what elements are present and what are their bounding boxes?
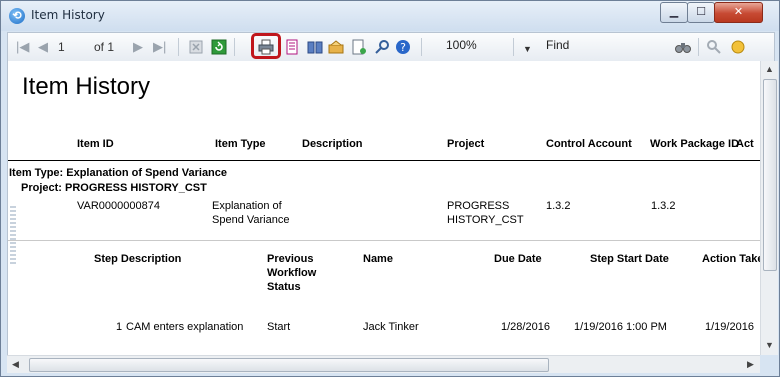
print-icon[interactable]: [258, 39, 274, 55]
col-project: Project: [447, 138, 485, 150]
page-count: of 1: [94, 40, 115, 54]
export-icon[interactable]: [328, 39, 344, 55]
stop-icon[interactable]: [188, 39, 204, 55]
report-title: Item History: [22, 73, 151, 100]
step-col-previous-line3: Status: [267, 281, 301, 293]
col-control-account: Control Account: [546, 138, 632, 150]
window-title: Item History: [31, 8, 105, 22]
horizontal-scrollbar[interactable]: ◀ ▶: [7, 355, 760, 373]
document-map-icon[interactable]: [351, 39, 367, 55]
search-icon[interactable]: [374, 39, 390, 55]
step-start-date: 1/19/2016 1:00 PM: [574, 321, 667, 333]
col-description: Description: [302, 138, 363, 150]
app-icon: ⟲: [9, 8, 25, 24]
last-page-icon[interactable]: ▶|: [153, 39, 166, 55]
zoom-select[interactable]: 100%: [446, 38, 477, 52]
find-input[interactable]: Find: [546, 38, 569, 52]
scroll-left-icon[interactable]: ◀: [12, 359, 19, 370]
row-item-type-line1: Explanation of: [212, 200, 282, 212]
row-project-line2: HISTORY_CST: [447, 214, 524, 226]
first-page-icon[interactable]: |◀: [16, 39, 29, 55]
row-item-id: VAR0000000874: [77, 200, 160, 212]
page-number-input[interactable]: 1: [58, 39, 65, 55]
report-viewer-window: ⟲ Item History ▁ ☐ ✕ |◀ ◀ 1 of 1 ▶ ▶| ? …: [0, 0, 780, 377]
print-layout-icon[interactable]: [284, 39, 300, 55]
step-col-name: Name: [363, 253, 393, 265]
step-previous-status: Start: [267, 321, 291, 333]
row-item-type-line2: Spend Variance: [212, 214, 290, 226]
find-next-icon[interactable]: [706, 39, 722, 55]
header-divider: [8, 160, 760, 161]
scroll-down-icon[interactable]: ▼: [765, 340, 774, 350]
page-setup-icon[interactable]: [307, 39, 323, 55]
row-work-package-id: 1.3.2: [651, 200, 676, 212]
refresh-icon[interactable]: [211, 39, 227, 55]
row-project-line1: PROGRESS: [447, 200, 510, 212]
svg-text:?: ?: [400, 41, 406, 54]
step-col-previous-line2: Workflow: [267, 267, 317, 279]
step-col-previous-line1: Previous: [267, 253, 314, 265]
col-item-type: Item Type: [215, 138, 266, 150]
help-icon[interactable]: ?: [395, 39, 411, 55]
title-bar: ⟲ Item History ▁ ☐ ✕: [1, 1, 779, 31]
step-col-description: Step Description: [94, 253, 182, 265]
step-col-start-date: Step Start Date: [590, 253, 669, 265]
step-col-action-taken: Action Take: [702, 253, 760, 265]
row-control-account: 1.3.2: [546, 200, 571, 212]
row-divider: [8, 240, 760, 241]
maximize-button[interactable]: ☐: [687, 2, 715, 23]
step-number: 1: [116, 321, 123, 333]
splitter-grip[interactable]: [10, 206, 16, 266]
step-due-date: 1/28/2016: [501, 321, 550, 333]
report-toolbar: |◀ ◀ 1 of 1 ▶ ▶| ? ▼: [7, 32, 775, 62]
binoculars-icon[interactable]: [675, 39, 691, 55]
find-label: Find: [546, 38, 570, 52]
next-page-icon[interactable]: ▶: [133, 39, 143, 55]
step-description: CAM enters explanation: [126, 321, 244, 333]
scroll-up-icon[interactable]: ▲: [765, 64, 774, 74]
group-item-type: Item Type: Explanation of Spend Variance: [9, 167, 228, 179]
col-action: Act: [736, 138, 754, 150]
scroll-right-icon[interactable]: ▶: [747, 359, 754, 370]
step-action-taken: 1/19/2016: [705, 321, 754, 333]
previous-page-icon[interactable]: ◀: [38, 39, 48, 55]
step-col-due-date: Due Date: [494, 253, 542, 265]
step-name: Jack Tinker: [363, 321, 419, 333]
minimize-button[interactable]: ▁: [660, 2, 688, 23]
report-page: Item History Item ID Item Type Descripti…: [7, 61, 760, 355]
vertical-scrollbar[interactable]: ▲ ▼: [760, 61, 778, 355]
col-work-package-id: Work Package ID: [650, 138, 740, 150]
vertical-scroll-thumb[interactable]: [763, 79, 777, 271]
horizontal-scroll-thumb[interactable]: [29, 358, 549, 372]
zoom-dropdown-arrow-icon[interactable]: ▼: [523, 41, 532, 57]
close-button[interactable]: ✕: [714, 2, 763, 23]
col-item-id: Item ID: [77, 138, 114, 150]
group-project: Project: PROGRESS HISTORY_CST: [21, 182, 207, 194]
highlight-icon[interactable]: [730, 39, 746, 55]
